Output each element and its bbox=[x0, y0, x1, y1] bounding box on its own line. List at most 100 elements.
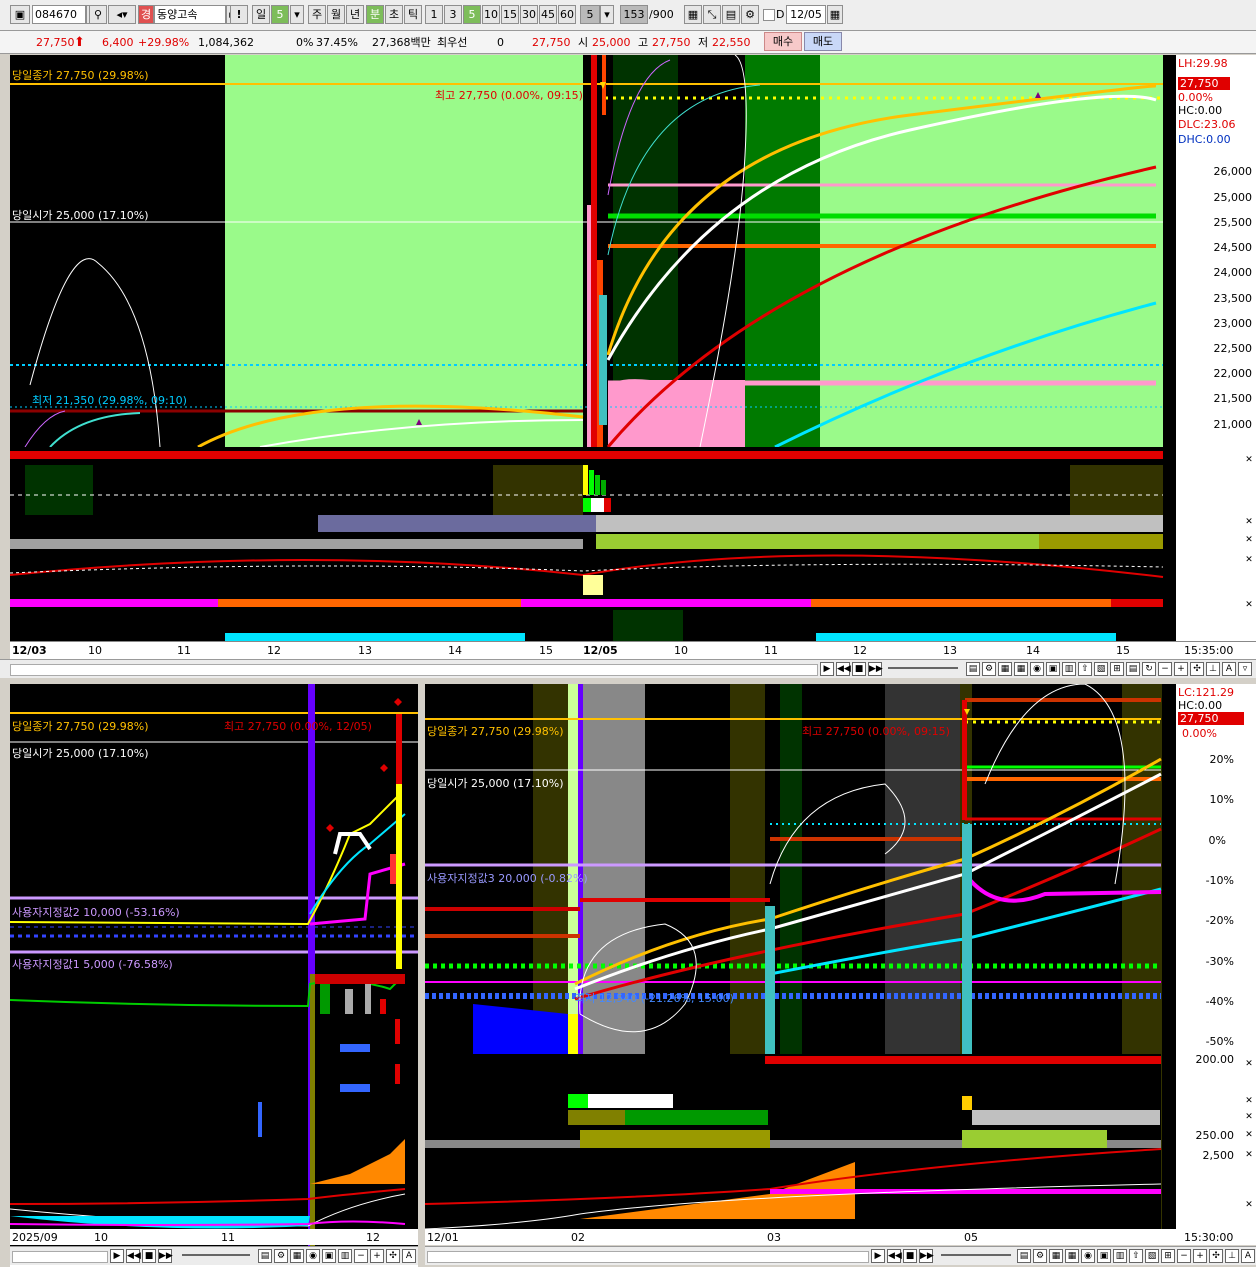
aa-icon[interactable]: ▿ bbox=[1238, 662, 1252, 676]
stock-code-input[interactable]: 084670 bbox=[32, 5, 86, 24]
period-week[interactable]: 주 bbox=[308, 5, 326, 24]
window-icon[interactable]: ▣ bbox=[10, 5, 30, 24]
stop-icon[interactable]: ■ bbox=[142, 1249, 156, 1263]
close-pane-icon[interactable]: ✕ bbox=[1244, 555, 1254, 565]
stop-icon[interactable]: ■ bbox=[852, 662, 866, 676]
interval-selected[interactable]: 5 bbox=[580, 5, 600, 24]
minus-icon[interactable]: − bbox=[1158, 662, 1172, 676]
interval-1[interactable]: 1 bbox=[425, 5, 443, 24]
export-icon[interactable]: ⇧ bbox=[1078, 662, 1092, 676]
grid-icon[interactable]: ▦ bbox=[1049, 1249, 1063, 1263]
date-checkbox[interactable] bbox=[763, 9, 775, 21]
interval-15[interactable]: 15 bbox=[501, 5, 519, 24]
scroll-right-icon[interactable]: ▶ bbox=[871, 1249, 885, 1263]
copy-icon[interactable]: ▣ bbox=[322, 1249, 336, 1263]
br-scrollbar[interactable] bbox=[427, 1251, 869, 1263]
scroll-right-icon[interactable]: ▶ bbox=[110, 1249, 124, 1263]
plus-icon[interactable]: + bbox=[1174, 662, 1188, 676]
bottom-left-chart[interactable]: 당일종가 27,750 (29.98%) 최고 27,750 (0.00%, 1… bbox=[10, 684, 418, 1256]
interval-45[interactable]: 45 bbox=[539, 5, 557, 24]
period-minute[interactable]: 분 bbox=[366, 5, 384, 24]
eye-icon[interactable]: ◉ bbox=[1030, 662, 1044, 676]
interval-10[interactable]: 10 bbox=[482, 5, 500, 24]
measure-icon[interactable]: ⊥ bbox=[1206, 662, 1220, 676]
close-pane-icon[interactable]: ✕ bbox=[1244, 455, 1254, 465]
alert-button[interactable]: ! bbox=[230, 5, 248, 24]
tool-icon[interactable]: ▤ bbox=[1017, 1249, 1031, 1263]
close-pane-icon[interactable]: ✕ bbox=[1244, 1096, 1254, 1106]
scroll-right-icon[interactable]: ▶ bbox=[820, 662, 834, 676]
search-icon[interactable]: ⚲ bbox=[89, 5, 107, 24]
save-icon[interactable]: ▤ bbox=[722, 5, 740, 24]
bl-scrollbar[interactable] bbox=[12, 1251, 108, 1263]
rewind-icon[interactable]: ◀◀ bbox=[126, 1249, 141, 1263]
interval-dropdown-icon[interactable]: ▾ bbox=[600, 5, 614, 24]
interval-30[interactable]: 30 bbox=[520, 5, 538, 24]
close-pane-icon[interactable]: ✕ bbox=[1244, 1059, 1254, 1069]
grid2-icon[interactable]: ▦ bbox=[1014, 662, 1028, 676]
zoom-slider[interactable] bbox=[941, 1254, 1011, 1256]
close-pane-icon[interactable]: ✕ bbox=[1244, 600, 1254, 610]
stock-name-field[interactable]: 동양고속 bbox=[154, 5, 226, 24]
forward-icon[interactable]: ▶▶ bbox=[868, 662, 883, 676]
draw-icon[interactable]: ⤡ bbox=[703, 5, 721, 24]
period-day[interactable]: 일 bbox=[252, 5, 270, 24]
measure-icon[interactable]: ⊥ bbox=[1225, 1249, 1239, 1263]
text-icon[interactable]: A bbox=[1222, 662, 1236, 676]
forward-icon[interactable]: ▶▶ bbox=[919, 1249, 934, 1263]
eye-icon[interactable]: ◉ bbox=[306, 1249, 320, 1263]
eye-icon[interactable]: ◉ bbox=[1081, 1249, 1095, 1263]
grid-icon[interactable]: ▦ bbox=[290, 1249, 304, 1263]
save2-icon[interactable]: ▤ bbox=[1126, 662, 1140, 676]
close-pane-icon[interactable]: ✕ bbox=[1244, 1200, 1254, 1210]
bar-count-input[interactable]: 153 bbox=[620, 5, 648, 24]
image-icon[interactable]: ▥ bbox=[1062, 662, 1076, 676]
top-chart[interactable]: 당일종가 27,750 (29.98%) 최고 27,750 (0.00%, 0… bbox=[10, 55, 1176, 641]
period-year[interactable]: 년 bbox=[346, 5, 364, 24]
crosshair-icon[interactable]: ✣ bbox=[386, 1249, 400, 1263]
interval-3[interactable]: 3 bbox=[444, 5, 462, 24]
tool-icon[interactable]: ▤ bbox=[258, 1249, 272, 1263]
crosshair-icon[interactable]: ✣ bbox=[1209, 1249, 1223, 1263]
rewind-icon[interactable]: ◀◀ bbox=[836, 662, 851, 676]
copy-icon[interactable]: ▣ bbox=[1097, 1249, 1111, 1263]
gear-icon[interactable]: ⚙ bbox=[982, 662, 996, 676]
minus-icon[interactable]: − bbox=[1177, 1249, 1191, 1263]
top-price-axis[interactable]: LH:29.98 27,750 0.00% HC:0.00 DLC:23.06 … bbox=[1176, 55, 1256, 641]
calendar-icon[interactable]: ▦ bbox=[827, 5, 843, 24]
layout-icon[interactable]: ▧ bbox=[1145, 1249, 1159, 1263]
forward-icon[interactable]: ▶▶ bbox=[158, 1249, 173, 1263]
tool-icon[interactable]: ▤ bbox=[966, 662, 980, 676]
close-pane-icon[interactable]: ✕ bbox=[1244, 1150, 1254, 1160]
period-second[interactable]: 초 bbox=[385, 5, 403, 24]
split-icon[interactable]: ⊞ bbox=[1161, 1249, 1175, 1263]
copy-icon[interactable]: ▣ bbox=[1046, 662, 1060, 676]
layout-icon[interactable]: ▧ bbox=[1094, 662, 1108, 676]
rewind-icon[interactable]: ◀◀ bbox=[887, 1249, 902, 1263]
gear-icon[interactable]: ⚙ bbox=[1033, 1249, 1047, 1263]
grid2-icon[interactable]: ▦ bbox=[1065, 1249, 1079, 1263]
date-input[interactable]: 12/05 bbox=[786, 5, 826, 24]
buy-button[interactable]: 매수 bbox=[764, 32, 802, 51]
settings-icon[interactable]: ⚙ bbox=[741, 5, 759, 24]
period-day-dropdown-icon[interactable]: ▾ bbox=[290, 5, 304, 24]
gear-icon[interactable]: ⚙ bbox=[274, 1249, 288, 1263]
minus-icon[interactable]: − bbox=[354, 1249, 368, 1263]
grid-icon[interactable]: ▦ bbox=[998, 662, 1012, 676]
refresh-icon[interactable]: ↻ bbox=[1142, 662, 1156, 676]
bottom-right-chart[interactable]: 당일종가 27,750 (29.98%) 최고 27,750 (0.00%, 0… bbox=[425, 684, 1176, 1229]
close-pane-icon[interactable]: ✕ bbox=[1244, 1130, 1254, 1140]
speaker-icon[interactable]: ◂▾ bbox=[108, 5, 136, 24]
image-icon[interactable]: ▥ bbox=[338, 1249, 352, 1263]
zoom-slider[interactable] bbox=[888, 667, 958, 669]
interval-60[interactable]: 60 bbox=[558, 5, 576, 24]
export-icon[interactable]: ⇧ bbox=[1129, 1249, 1143, 1263]
split-icon[interactable]: ⊞ bbox=[1110, 662, 1124, 676]
top-scrollbar[interactable] bbox=[10, 664, 818, 676]
plus-icon[interactable]: + bbox=[370, 1249, 384, 1263]
text-icon[interactable]: A bbox=[1241, 1249, 1255, 1263]
image-icon[interactable]: ▥ bbox=[1113, 1249, 1127, 1263]
stop-icon[interactable]: ■ bbox=[903, 1249, 917, 1263]
period-tick[interactable]: 틱 bbox=[404, 5, 422, 24]
close-pane-icon[interactable]: ✕ bbox=[1244, 1112, 1254, 1122]
